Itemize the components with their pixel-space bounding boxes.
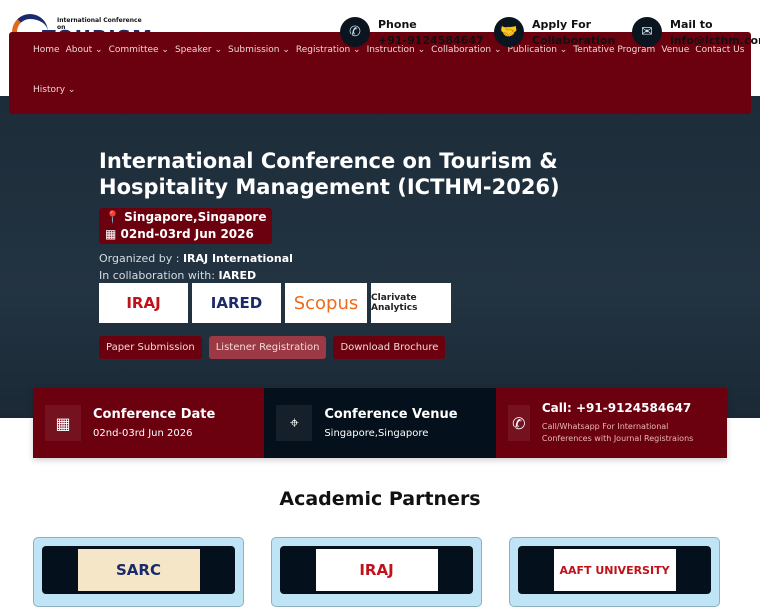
conference-date-card: ▦ Conference Date 02nd-03rd Jun 2026: [33, 388, 265, 458]
conference-venue-card: ⌖ Conference Venue Singapore,Singapore: [264, 388, 496, 458]
partner-card[interactable]: IRAJ: [271, 537, 482, 607]
listener-registration-button[interactable]: Listener Registration: [208, 336, 327, 359]
card-title: Call: +91-9124584647: [541, 401, 692, 415]
calendar-icon: ▦: [105, 227, 117, 241]
location-text: Singapore,Singapore: [124, 210, 267, 224]
contact-value: info@icthm.com: [670, 34, 760, 47]
contact-label: Mail to: [670, 18, 713, 31]
nav-item-submission[interactable]: Submission ⌄: [228, 45, 290, 55]
indexing-logos: IRAJ IARED Scopus Clarivate Analytics: [99, 283, 451, 323]
card-text: Call/Whatsapp For International Conferen…: [541, 422, 694, 443]
paper-submission-button[interactable]: Paper Submission: [99, 336, 202, 359]
envelope-icon: ✉: [632, 17, 662, 47]
partner-card[interactable]: AAFT UNIVERSITY: [509, 537, 720, 607]
chevron-down-icon: ⌄: [158, 45, 169, 55]
chevron-down-icon: ⌄: [211, 45, 222, 55]
download-brochure-button[interactable]: Download Brochure: [333, 336, 446, 359]
sarc-logo: SARC: [77, 549, 200, 591]
chevron-down-icon: ⌄: [65, 85, 76, 95]
call-card[interactable]: ✆ Call: +91-9124584647 Call/Whatsapp For …: [495, 388, 727, 458]
contact-value: Collaboration: [532, 34, 616, 47]
phone-icon: ✆: [507, 405, 530, 441]
page-title: International Conference on Tourism & Ho…: [99, 149, 560, 199]
card-title: Conference Date: [93, 407, 216, 422]
nav-item-about[interactable]: About ⌄: [66, 45, 103, 55]
contact-collaboration[interactable]: 🤝 Apply For Collaboration: [494, 17, 615, 49]
nav-label: Submission: [227, 45, 280, 55]
card-text: Singapore,Singapore: [324, 428, 429, 439]
partner-card[interactable]: SARC: [33, 537, 244, 607]
calendar-icon: ▦: [45, 405, 81, 441]
partners-list: SARC IRAJ AAFT UNIVERSITY: [33, 537, 720, 607]
contact-mail[interactable]: ✉ Mail to info@icthm.com: [632, 17, 760, 49]
aaft-logo: AAFT UNIVERSITY: [553, 549, 676, 591]
contact-phone[interactable]: ✆ Phone +91-9124584647: [340, 17, 484, 49]
handshake-icon: 🤝: [494, 17, 524, 47]
collab-label: In collaboration with:: [99, 269, 219, 282]
card-text: 02nd-03rd Jun 2026: [93, 428, 193, 439]
nav-item-history[interactable]: History ⌄: [33, 85, 751, 95]
iraj-logo: IRAJ: [315, 549, 438, 591]
nav-item-speaker[interactable]: Speaker ⌄: [175, 45, 222, 55]
hero-section: International Conference on Tourism & Ho…: [0, 96, 760, 418]
organizer-info: Organized by : IRAJ International In col…: [99, 250, 293, 284]
nav-label: Home: [33, 45, 60, 55]
nav-label: History: [33, 85, 66, 95]
chevron-down-icon: ⌄: [92, 45, 103, 55]
info-cards: ▦ Conference Date 02nd-03rd Jun 2026 ⌖ Co…: [33, 388, 727, 458]
scopus-logo: Scopus: [285, 283, 367, 323]
collaborator-name: IARED: [218, 269, 257, 282]
nav-label: Speaker: [174, 45, 212, 55]
nav-item-home[interactable]: Home: [33, 45, 60, 55]
phone-icon: ✆: [340, 17, 370, 47]
chevron-down-icon: ⌄: [279, 45, 290, 55]
contact-label: Apply For: [532, 18, 592, 31]
nav-item-committee[interactable]: Committee ⌄: [109, 45, 169, 55]
location-pin-icon: ⌖: [276, 405, 313, 441]
location-date-badge: 📍 Singapore,Singapore ▦ 02nd-03rd Jun 20…: [99, 208, 273, 244]
contact-label: Phone: [378, 18, 417, 31]
date-text: 02nd-03rd Jun 2026: [120, 227, 254, 241]
iared-logo: IARED: [192, 283, 281, 323]
clarivate-logo: Clarivate Analytics: [371, 283, 451, 323]
nav-label: About: [65, 45, 93, 55]
organizer-name: IRAJ International: [182, 252, 293, 265]
contact-value: +91-9124584647: [378, 34, 484, 47]
academic-partners-heading: Academic Partners: [279, 488, 481, 510]
card-title: Conference Venue: [324, 407, 458, 422]
map-pin-icon: 📍: [105, 210, 120, 224]
iraj-logo: IRAJ: [99, 283, 188, 323]
organized-label: Organized by :: [99, 252, 183, 265]
nav-label: Committee: [108, 45, 159, 55]
